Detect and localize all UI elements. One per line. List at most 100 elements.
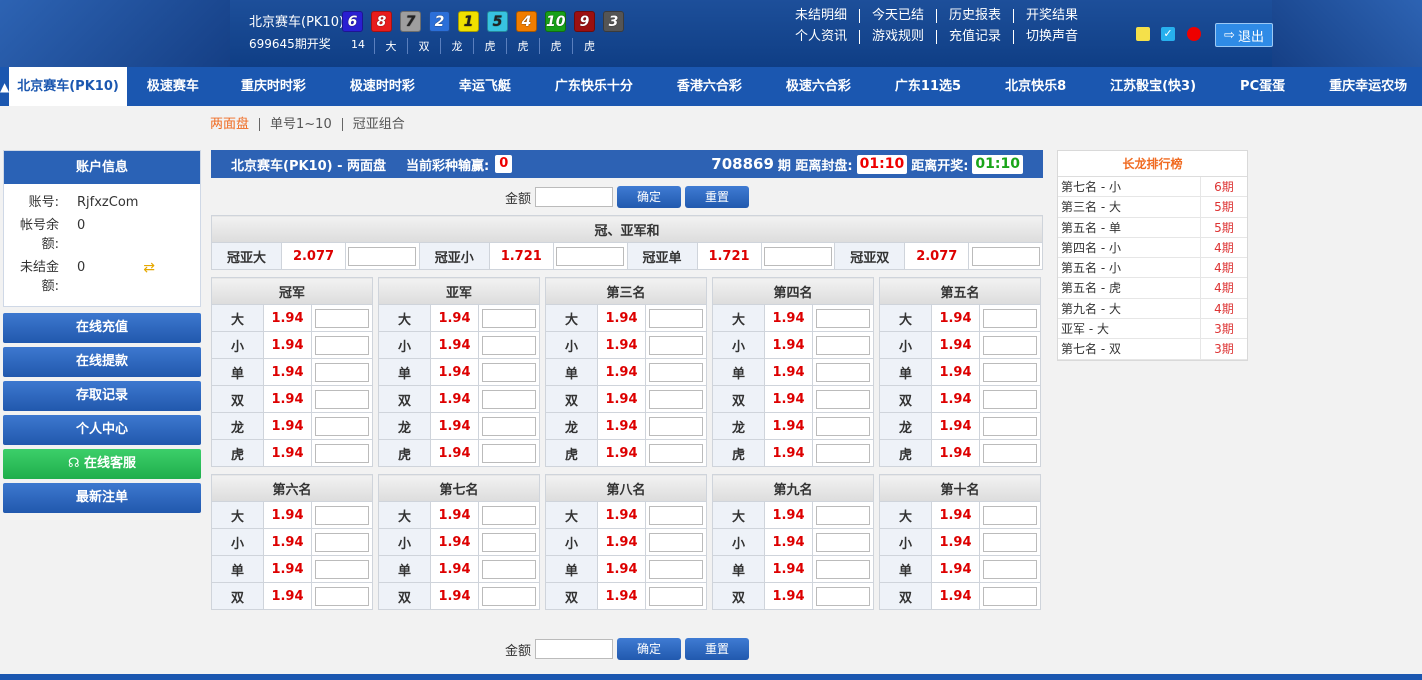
bet-input[interactable] — [482, 586, 536, 606]
bet-input[interactable] — [482, 505, 536, 525]
position-title: 冠军 — [211, 277, 373, 305]
bet-input[interactable] — [315, 505, 369, 525]
nav-tab[interactable]: 北京快乐8 — [983, 67, 1088, 106]
collapse-icon[interactable]: ▲ — [0, 80, 9, 94]
bet-input[interactable] — [315, 362, 369, 382]
top-link[interactable]: 历史报表 — [937, 9, 1015, 23]
reset-button[interactable]: 重置 — [685, 638, 749, 660]
bet-input[interactable] — [816, 362, 870, 382]
bet-input[interactable] — [482, 532, 536, 552]
sidebar-button[interactable]: 存取记录 — [3, 381, 201, 411]
bet-input[interactable] — [816, 586, 870, 606]
bet-input[interactable] — [315, 335, 369, 355]
bet-input[interactable] — [983, 532, 1037, 552]
bet-input[interactable] — [649, 532, 703, 552]
bet-input[interactable] — [983, 362, 1037, 382]
confirm-button[interactable]: 确定 — [617, 638, 681, 660]
bet-input[interactable] — [983, 389, 1037, 409]
bet-input[interactable] — [315, 389, 369, 409]
bet-input[interactable] — [649, 443, 703, 463]
bet-row: 大 1.94 — [211, 501, 373, 529]
bet-input[interactable] — [816, 559, 870, 579]
sidebar-button[interactable]: 最新注单 — [3, 483, 201, 513]
bet-input[interactable] — [971, 246, 1040, 266]
bet-input[interactable] — [482, 559, 536, 579]
bet-input[interactable] — [482, 362, 536, 382]
check-icon[interactable]: ✓ — [1161, 27, 1175, 41]
sidebar-button[interactable]: 个人中心 — [3, 415, 201, 445]
logout-button[interactable]: ⇨ 退出 — [1215, 23, 1273, 47]
bet-input[interactable] — [649, 586, 703, 606]
bet-cell — [760, 242, 836, 270]
confirm-button[interactable]: 确定 — [617, 186, 681, 208]
bet-input[interactable] — [482, 416, 536, 436]
bet-input[interactable] — [649, 335, 703, 355]
bet-input[interactable] — [983, 335, 1037, 355]
bet-input[interactable] — [649, 416, 703, 436]
nav-tab[interactable]: 香港六合彩 — [655, 67, 764, 106]
bet-input[interactable] — [983, 443, 1037, 463]
bet-input[interactable] — [649, 389, 703, 409]
sidebar-button[interactable]: 在线充值 — [3, 313, 201, 343]
refresh-icon[interactable]: ⇄ — [143, 261, 157, 275]
red-dot-icon[interactable] — [1187, 27, 1201, 41]
reset-button[interactable]: 重置 — [685, 186, 749, 208]
yellow-theme-icon[interactable] — [1136, 27, 1150, 41]
amount-input[interactable] — [535, 187, 613, 207]
bet-input[interactable] — [816, 443, 870, 463]
bet-input[interactable] — [763, 246, 832, 266]
bet-input[interactable] — [816, 308, 870, 328]
top-link[interactable]: 个人资讯 — [795, 30, 861, 44]
top-link[interactable]: 游戏规则 — [860, 30, 938, 44]
bet-input[interactable] — [983, 505, 1037, 525]
bet-input[interactable] — [649, 559, 703, 579]
top-link[interactable]: 未结明细 — [795, 9, 861, 23]
bet-input[interactable] — [649, 505, 703, 525]
amount-input[interactable] — [535, 639, 613, 659]
sidebar-button[interactable]: 在线提款 — [3, 347, 201, 377]
nav-tab[interactable]: PC蛋蛋 — [1218, 67, 1307, 106]
bet-input[interactable] — [482, 335, 536, 355]
nav-tab[interactable]: 广东11选5 — [873, 67, 983, 106]
bet-input[interactable] — [315, 308, 369, 328]
bet-input[interactable] — [816, 532, 870, 552]
bet-input[interactable] — [816, 505, 870, 525]
nav-tab[interactable]: 极速时时彩 — [328, 67, 437, 106]
nav-tab[interactable]: 极速六合彩 — [764, 67, 873, 106]
bet-input[interactable] — [482, 308, 536, 328]
bet-input[interactable] — [315, 586, 369, 606]
bet-input[interactable] — [315, 443, 369, 463]
nav-tab[interactable]: 幸运飞艇 — [437, 67, 533, 106]
bet-input[interactable] — [482, 389, 536, 409]
top-link[interactable]: 今天已结 — [860, 9, 938, 23]
bet-input[interactable] — [983, 559, 1037, 579]
bet-input[interactable] — [649, 308, 703, 328]
top-link[interactable]: 充值记录 — [937, 30, 1015, 44]
bet-input[interactable] — [315, 559, 369, 579]
bet-input[interactable] — [983, 416, 1037, 436]
bet-input[interactable] — [556, 246, 625, 266]
bet-input[interactable] — [315, 532, 369, 552]
bet-input[interactable] — [983, 308, 1037, 328]
sub-nav-item[interactable]: 冠亚组合 — [343, 118, 415, 131]
bet-input[interactable] — [649, 362, 703, 382]
nav-tab[interactable]: 江苏骰宝(快3) — [1088, 67, 1218, 106]
nav-tab[interactable]: 重庆幸运农场 — [1307, 67, 1422, 106]
bet-input[interactable] — [348, 246, 417, 266]
sub-nav-item[interactable]: 两面盘 — [200, 118, 261, 131]
sidebar-button[interactable]: ☊ 在线客服 — [3, 449, 201, 479]
bet-input[interactable] — [816, 416, 870, 436]
bet-input[interactable] — [482, 443, 536, 463]
bet-input[interactable] — [816, 389, 870, 409]
nav-tab[interactable]: 极速赛车 — [127, 67, 219, 106]
top-link[interactable]: 开奖结果 — [1014, 9, 1090, 23]
nav-tab[interactable]: 重庆时时彩 — [219, 67, 328, 106]
bet-input[interactable] — [983, 586, 1037, 606]
sub-nav-item[interactable]: 单号1~10 — [260, 118, 343, 131]
bet-label: 小 — [378, 528, 431, 556]
nav-tab[interactable]: 广东快乐十分 — [533, 67, 655, 106]
nav-tab[interactable]: 北京赛车(PK10) — [9, 67, 127, 106]
bet-input[interactable] — [816, 335, 870, 355]
bet-input[interactable] — [315, 416, 369, 436]
top-link[interactable]: 切换声音 — [1014, 30, 1090, 44]
